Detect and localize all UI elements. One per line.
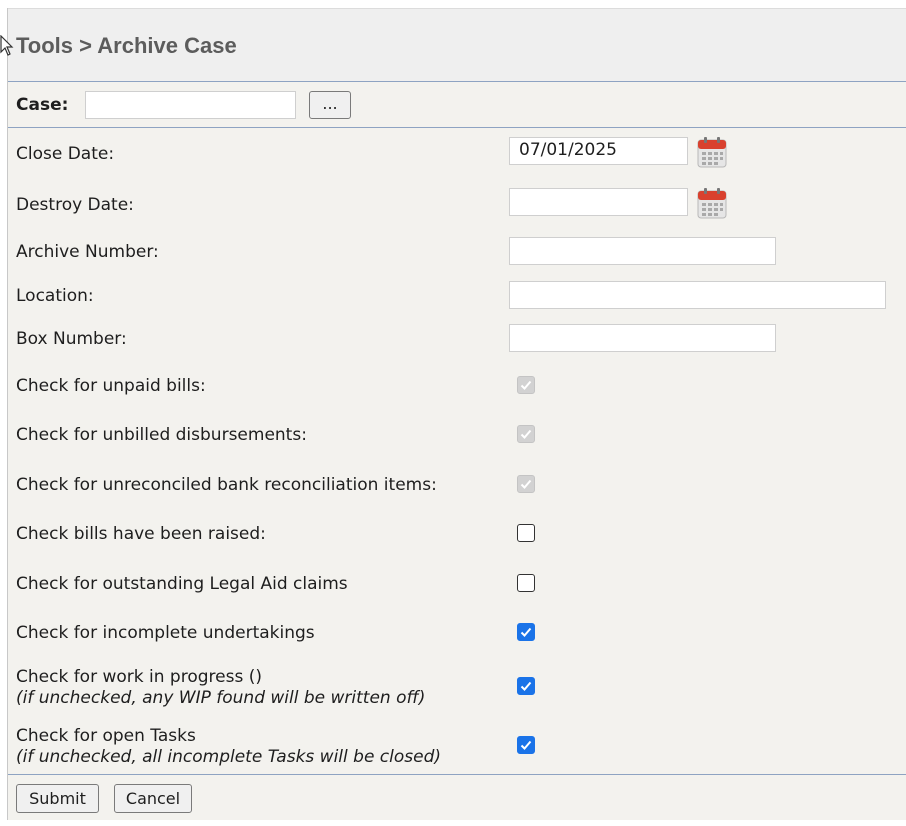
bills-raised-label: Check bills have been raised: [16,524,266,544]
box-number-input[interactable] [509,324,776,352]
mouse-pointer-icon [0,35,14,56]
checkmark-icon [520,627,532,637]
case-label: Case: [16,95,69,115]
form-footer: Submit Cancel [8,774,906,820]
unbilled-disbursements-label: Check for unbilled disbursements: [16,425,307,445]
calendar-icon[interactable] [697,136,727,168]
undertakings-label: Check for incomplete undertakings [16,623,315,643]
legal-aid-checkbox[interactable] [517,574,535,592]
cancel-button[interactable]: Cancel [114,784,192,813]
unpaid-bills-checkbox[interactable] [517,376,535,394]
unreconciled-bank-checkbox[interactable] [517,475,535,493]
checkmark-icon [520,429,532,439]
page-title: Tools > Archive Case [16,33,237,58]
destroy-date-input[interactable] [509,188,688,216]
title-bar: Tools > Archive Case [0,8,906,82]
archive-number-input[interactable] [509,237,776,265]
destroy-date-label: Destroy Date: [16,195,134,215]
archive-case-panel: Tools > Archive Case Case: ... Close Dat… [0,8,906,820]
calendar-icon[interactable] [697,187,727,219]
work-in-progress-label: Check for work in progress () [16,667,262,687]
close-date-input[interactable]: 07/01/2025 [509,137,688,165]
undertakings-checkbox[interactable] [517,623,535,641]
work-in-progress-checkbox[interactable] [517,677,535,695]
checkmark-icon [520,681,532,691]
location-input[interactable] [509,281,886,309]
case-input[interactable] [85,91,296,119]
legal-aid-label: Check for outstanding Legal Aid claims [16,574,348,594]
unpaid-bills-label: Check for unpaid bills: [16,376,206,396]
submit-button[interactable]: Submit [16,784,99,813]
open-tasks-note: (if unchecked, all incomplete Tasks will… [16,747,442,767]
unreconciled-bank-label: Check for unreconciled bank reconciliati… [16,475,437,495]
bills-raised-checkbox[interactable] [517,524,535,542]
checkmark-icon [520,740,532,750]
box-number-label: Box Number: [16,329,127,349]
open-tasks-label: Check for open Tasks [16,726,196,746]
archive-number-label: Archive Number: [16,242,159,262]
location-label: Location: [16,286,94,306]
work-in-progress-note: (if unchecked, any WIP found will be wri… [16,688,426,708]
case-row: Case: ... [8,82,906,128]
checkmark-icon [520,380,532,390]
open-tasks-checkbox[interactable] [517,736,535,754]
case-browse-button[interactable]: ... [309,91,351,119]
checkmark-icon [520,479,532,489]
close-date-label: Close Date: [16,144,115,164]
unbilled-disbursements-checkbox[interactable] [517,425,535,443]
